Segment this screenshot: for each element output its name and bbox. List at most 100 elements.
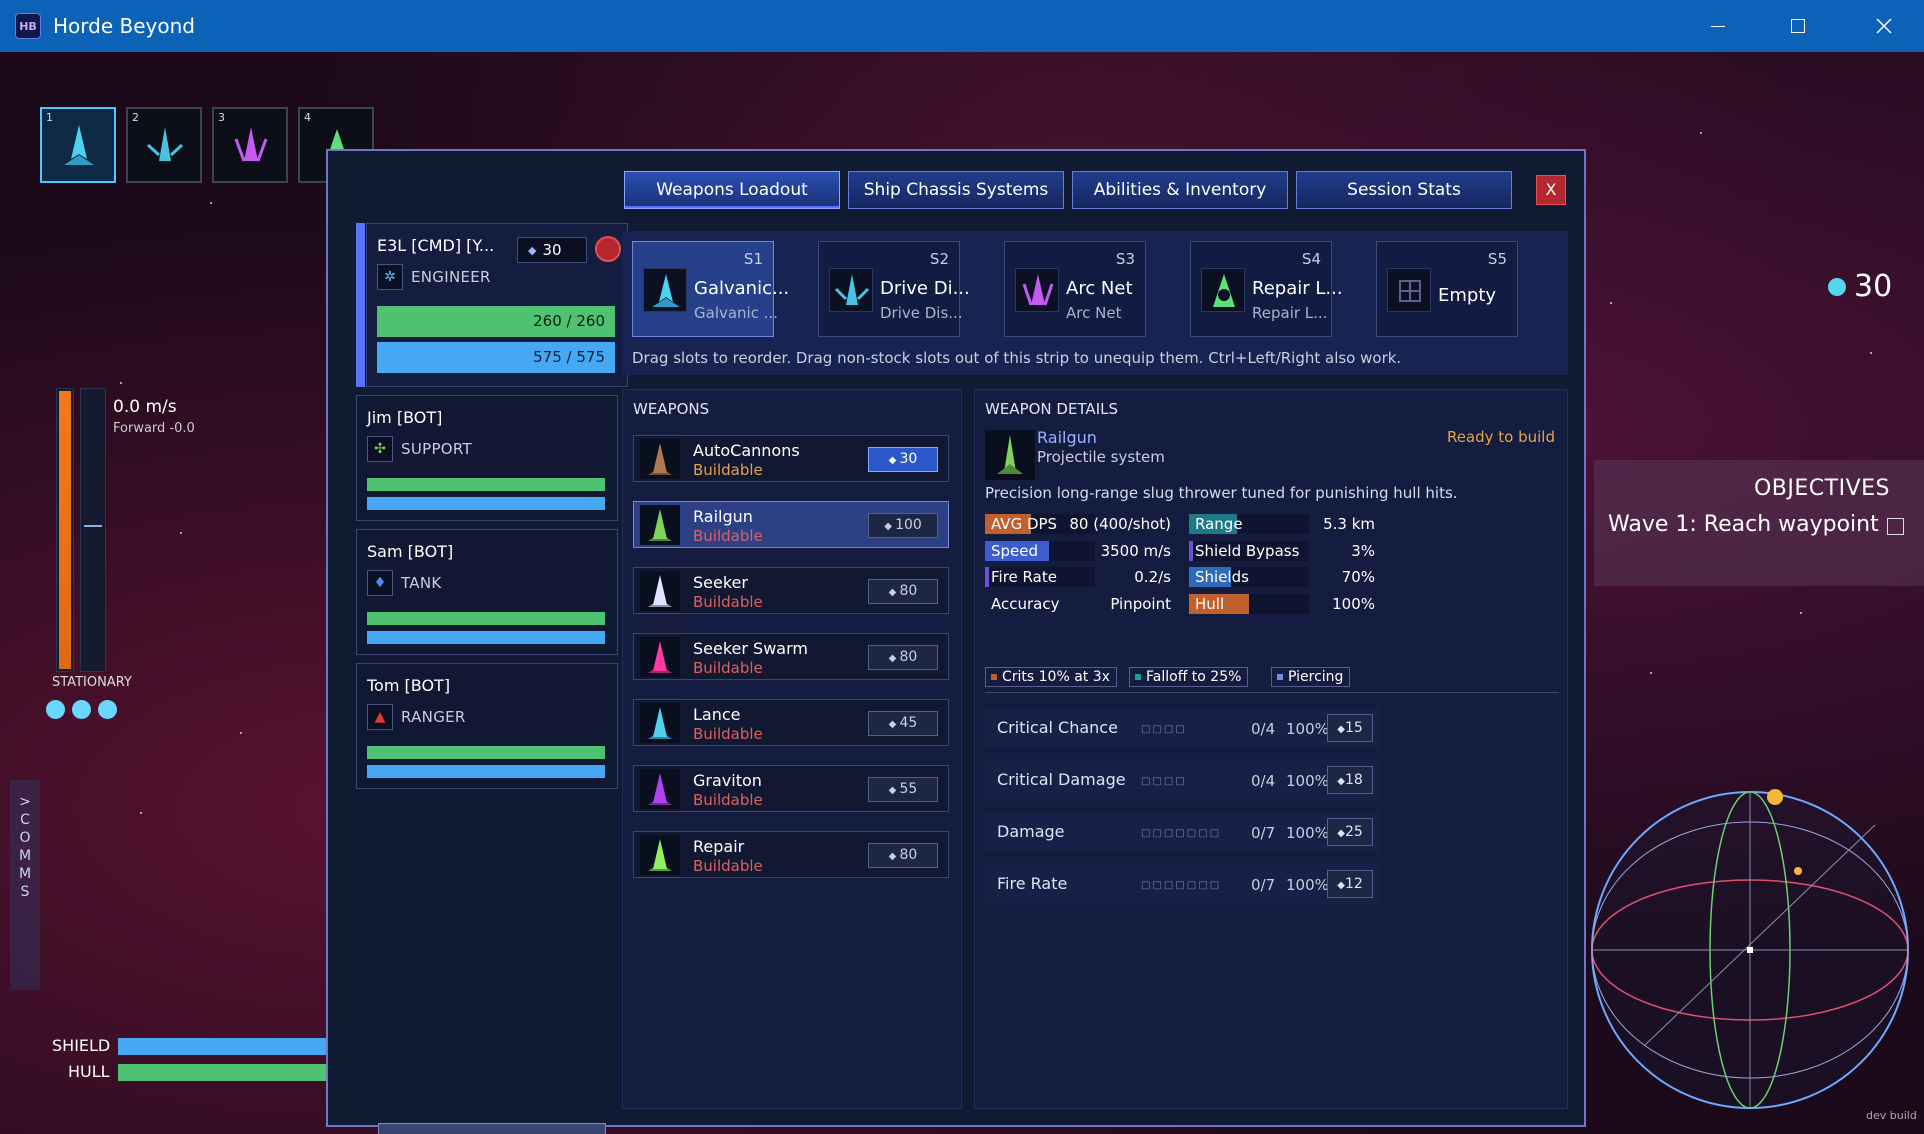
weapon-row-graviton[interactable]: Graviton Buildable ◆ 55: [633, 765, 949, 812]
member-card-sam[interactable]: Sam [BOT] ♦ TANK: [356, 529, 618, 655]
upgrade-buy-button[interactable]: ◆15: [1327, 714, 1373, 742]
speed-marker: [84, 525, 102, 527]
game-viewport[interactable]: 1 2 3 4 0.0 m/s Forward -0.0 STATIONARY …: [0, 52, 1924, 1134]
tag-text: Piercing: [1288, 669, 1344, 685]
weapon-row-lance[interactable]: Lance Buildable ◆ 45: [633, 699, 949, 746]
member-credits: ◆ 30: [517, 237, 587, 263]
member-hp-bar: [367, 746, 605, 759]
loadout-slot-s5[interactable]: S5 Empty: [1376, 241, 1518, 337]
credit-icon: ◆: [888, 455, 900, 466]
tab-session-stats[interactable]: Session Stats: [1296, 171, 1512, 209]
tab-weapons-loadout[interactable]: Weapons Loadout: [624, 171, 840, 209]
weapon-cost: 45: [899, 715, 918, 731]
upgrade-cost: 15: [1344, 720, 1363, 736]
member-role: RANGER: [401, 708, 466, 726]
member-shield-bar: [367, 631, 605, 644]
weapon-name: Railgun: [1037, 428, 1097, 447]
weapon-row-seeker-swarm[interactable]: Seeker Swarm Buildable ◆ 80: [633, 633, 949, 680]
effect-tag: Piercing: [1271, 667, 1351, 687]
weapon-row-repair[interactable]: Repair Buildable ◆ 80: [633, 831, 949, 878]
hotbar-slot-1[interactable]: 1: [40, 107, 116, 183]
weapon-cost-button[interactable]: ◆ 30: [868, 447, 938, 472]
crystal-count-value: 30: [1854, 269, 1893, 304]
ship-icon: [234, 127, 268, 162]
hotbar-number: 3: [218, 111, 225, 124]
loadout-slot-s1[interactable]: S1 Galvanic... Galvanic ...: [632, 241, 789, 337]
upgrade-buy-button[interactable]: ◆25: [1327, 818, 1373, 846]
weapon-description: Precision long-range slug thrower tuned …: [985, 484, 1458, 502]
member-credits-value: 30: [542, 241, 562, 259]
member-name: Sam [BOT]: [367, 542, 454, 561]
loadout-slot-s4[interactable]: S4 Repair L... Repair L...: [1190, 241, 1343, 337]
weapon-details-title: WEAPON DETAILS: [985, 400, 1119, 418]
weapon-icon: [640, 703, 680, 743]
close-window-button[interactable]: [1844, 0, 1924, 52]
upgrade-cost: 12: [1344, 876, 1363, 892]
loadout-slot-s2[interactable]: S2 Drive Di... Drive Dis...: [818, 241, 970, 337]
tag-text: Crits 10% at 3x: [1002, 669, 1110, 685]
member-role: SUPPORT: [401, 440, 472, 458]
upgrade-name: Critical Damage: [997, 770, 1126, 789]
slot-id: S3: [1115, 250, 1135, 268]
stat-label: Hull: [1195, 594, 1225, 613]
maximize-icon: [1791, 19, 1805, 33]
weapons-title: WEAPONS: [633, 400, 710, 418]
own-ship-button[interactable]: Own Ship: [378, 1123, 606, 1134]
weapon-cost-button[interactable]: ◆ 55: [868, 777, 938, 802]
stat-value: 70%: [1341, 568, 1375, 586]
weapon-icon: [640, 769, 680, 809]
member-shield-bar: 575 / 575: [377, 342, 615, 373]
stat-label: Speed: [991, 541, 1039, 560]
weapon-cost-button[interactable]: ◆ 80: [868, 579, 938, 604]
credit-icon: ◆: [888, 851, 900, 862]
hotbar-number: 2: [132, 111, 139, 124]
member-hp-bar: 260 / 260: [377, 306, 615, 337]
power-icon[interactable]: [595, 236, 621, 262]
upgrade-buy-button[interactable]: ◆12: [1327, 870, 1373, 898]
slot-id: S4: [1301, 250, 1321, 268]
upgrade-count: 0/7: [1251, 876, 1276, 894]
weapon-name: Lance: [693, 705, 741, 724]
upgrade-name: Critical Chance: [997, 718, 1118, 737]
crystal-icon: [1828, 277, 1846, 296]
weapon-row-railgun[interactable]: Railgun Buildable ◆ 100: [633, 501, 949, 548]
stat-value: Pinpoint: [1110, 594, 1171, 613]
tab-abilities-inventory[interactable]: Abilities & Inventory: [1072, 171, 1288, 209]
weapon-type: Projectile system: [1037, 448, 1165, 466]
credit-icon: ◆: [528, 243, 537, 257]
hotbar-slot-2[interactable]: 2: [126, 107, 202, 183]
close-icon: [1876, 18, 1892, 34]
member-card-tom[interactable]: Tom [BOT] ▲ RANGER: [356, 663, 618, 789]
credit-icon: ◆: [888, 785, 900, 796]
effect-tag: Crits 10% at 3x: [985, 667, 1117, 687]
stat-hull: Hull 100%: [1189, 593, 1379, 614]
loadout-slot-s3[interactable]: S3 Arc Net Arc Net: [1004, 241, 1146, 337]
slot-name: Arc Net: [1066, 278, 1133, 299]
weapon-row-autocannons[interactable]: AutoCannons Buildable ◆ 30: [633, 435, 949, 482]
weapon-cost-button[interactable]: ◆ 80: [868, 645, 938, 670]
close-dialog-button[interactable]: X: [1536, 175, 1566, 205]
weapon-cost-button[interactable]: ◆ 80: [868, 843, 938, 868]
tag-marker: [991, 674, 997, 680]
member-role: ENGINEER: [411, 268, 491, 286]
hotbar-slot-3[interactable]: 3: [212, 107, 288, 183]
upgrade-buy-button[interactable]: ◆18: [1327, 766, 1373, 794]
slot-subtitle: Repair L...: [1252, 304, 1328, 322]
minimize-button[interactable]: [1678, 0, 1758, 52]
member-card-e3l[interactable]: E3L [CMD] [Y... ◆ 30 ✲ ENGINEER 260 / 260…: [366, 223, 628, 387]
hotbar-number: 4: [304, 111, 311, 124]
slot-name: Drive Di...: [880, 278, 970, 299]
weapon-cost-button[interactable]: ◆ 100: [868, 513, 938, 538]
weapon-details-panel: WEAPON DETAILS Railgun Projectile system…: [974, 389, 1568, 1109]
selected-accent: [356, 223, 365, 387]
member-card-jim[interactable]: Jim [BOT] ✣ SUPPORT: [356, 395, 618, 521]
tab-ship-chassis-systems[interactable]: Ship Chassis Systems: [848, 171, 1064, 209]
slot-name: Repair L...: [1252, 278, 1343, 299]
weapon-cost-button[interactable]: ◆ 45: [868, 711, 938, 736]
member-hp-bar: [367, 612, 605, 625]
maximize-button[interactable]: [1758, 0, 1838, 52]
weapon-status: Buildable: [693, 593, 763, 611]
comms-tab[interactable]: >COMMS: [10, 780, 40, 990]
weapon-row-seeker[interactable]: Seeker Buildable ◆ 80: [633, 567, 949, 614]
charge-dot: [98, 700, 117, 719]
